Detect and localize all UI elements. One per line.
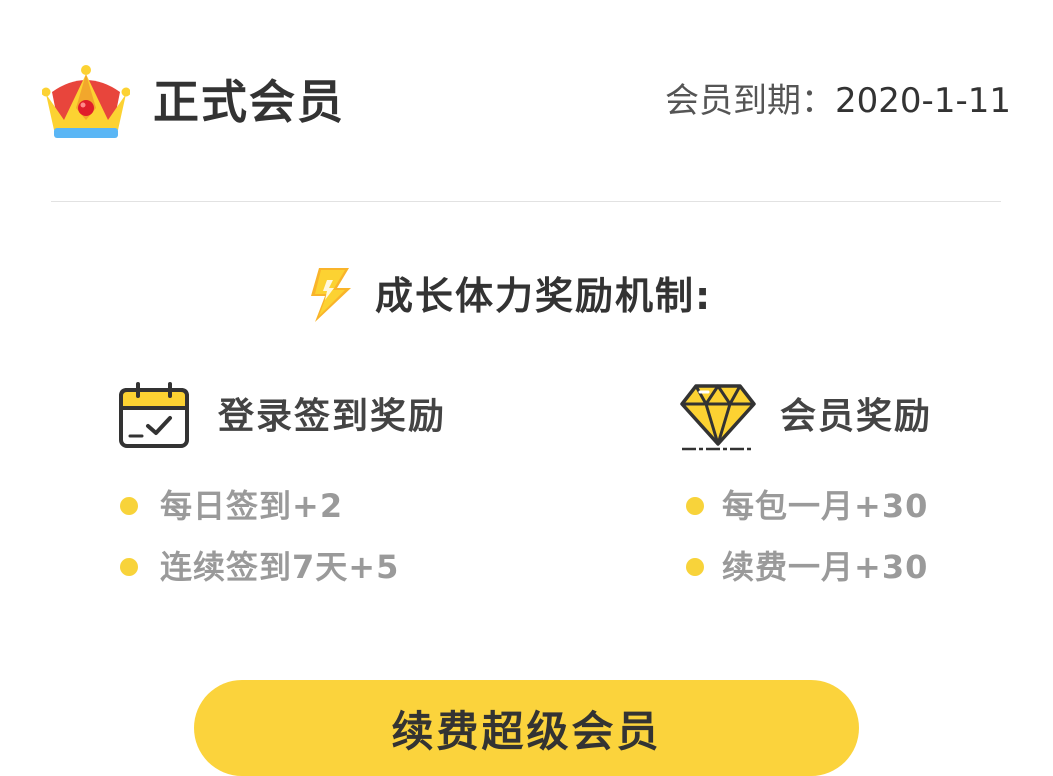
member-reward-item: 每包一月+30 [722, 487, 929, 525]
login-reward-item: 每日签到+2 [160, 487, 344, 525]
membership-expiry: 会员到期：2020-1-11 [665, 78, 1011, 124]
lightning-icon [311, 268, 351, 322]
calendar-check-icon [119, 382, 189, 448]
header-divider [51, 201, 1001, 202]
bullet-dot [686, 558, 704, 576]
bullet-dot [686, 497, 704, 515]
membership-page: 正式会员 会员到期：2020-1-11 成长体力奖励机制: 登录签到奖励 每日签… [0, 0, 1053, 776]
member-rewards-title: 会员奖励 [780, 396, 933, 437]
login-reward-item: 连续签到7天+5 [160, 548, 400, 586]
member-reward-item: 续费一月+30 [722, 548, 929, 586]
membership-header: 正式会员 会员到期：2020-1-11 [0, 0, 1053, 200]
section-title: 成长体力奖励机制: [375, 274, 713, 318]
crown-icon [42, 65, 130, 138]
bullet-dot [120, 497, 138, 515]
expiry-date: 2020-1-11 [835, 81, 1011, 121]
bullet-dot [120, 558, 138, 576]
renew-super-member-button[interactable]: 续费超级会员 [194, 680, 859, 776]
login-rewards-title: 登录签到奖励 [218, 396, 447, 437]
membership-type-title: 正式会员 [153, 75, 345, 129]
expiry-label: 会员到期： [665, 81, 836, 121]
diamond-icon [680, 384, 756, 451]
